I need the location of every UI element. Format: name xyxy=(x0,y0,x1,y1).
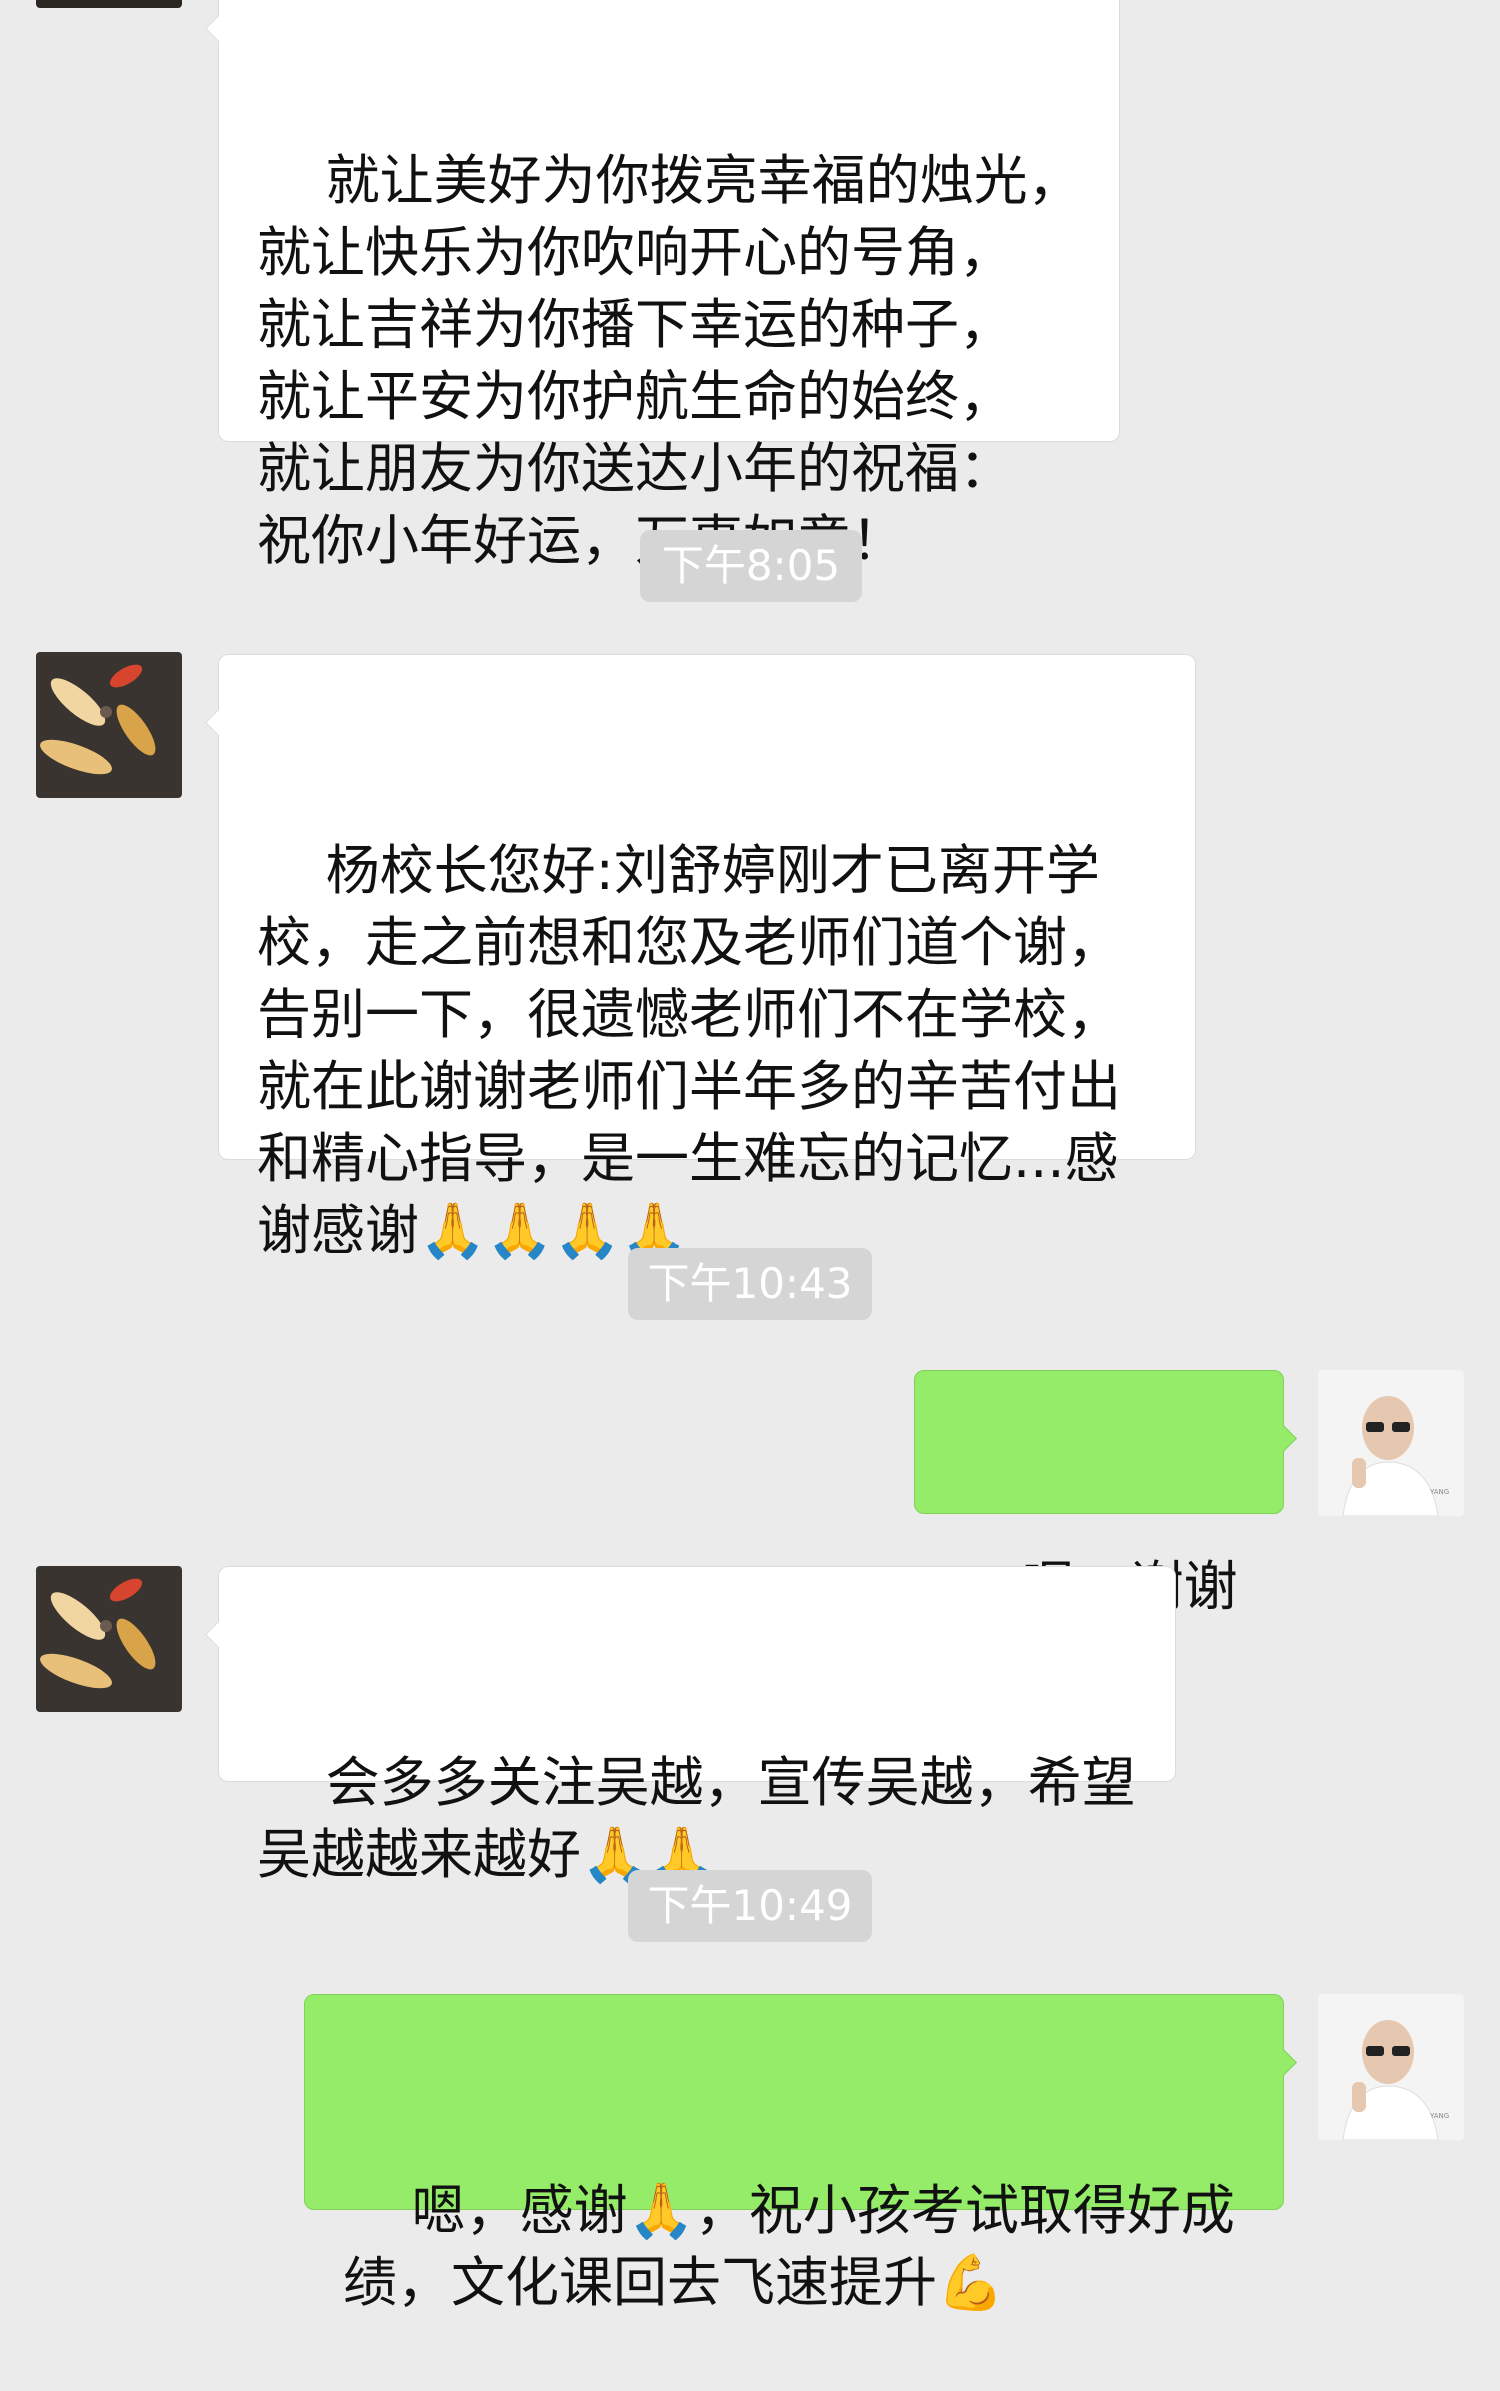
message-bubble-outgoing[interactable]: 嗯，谢谢您 xyxy=(914,1370,1297,1690)
timestamp-text: 下午10:43 xyxy=(647,1259,853,1308)
bubble-tail xyxy=(1270,2049,1297,2076)
contact-avatar[interactable] xyxy=(36,0,182,8)
timestamp-text: 下午8:05 xyxy=(661,541,841,590)
chat-view: 就让美好为你拨亮幸福的烛光， 就让快乐为你吹响开心的号角， 就让吉祥为你播下幸运… xyxy=(0,0,1500,2314)
timestamp: 下午10:43 xyxy=(628,1248,872,1320)
koi-fish-avatar-image xyxy=(36,652,182,798)
koi-fish-avatar-image xyxy=(36,0,182,8)
message-text: 杨校长您好:刘舒婷刚才已离开学校，走之前想和您及老师们道个谢，告别一下，很遗憾老… xyxy=(257,839,1121,1262)
my-avatar[interactable]: YANG xyxy=(1318,1994,1464,2140)
timestamp: 下午8:05 xyxy=(640,530,862,602)
man-portrait-avatar-image: YANG xyxy=(1318,1370,1464,1516)
svg-text:YANG: YANG xyxy=(1429,2112,1449,2120)
man-portrait-avatar-image: YANG xyxy=(1318,1994,1464,2140)
my-avatar[interactable]: YANG xyxy=(1318,1370,1464,1516)
message-bubble-outgoing[interactable]: 嗯，感谢🙏，祝小孩考试取得好成绩，文化课回去飞速提升💪 xyxy=(304,1994,1297,2314)
timestamp-text: 下午10:49 xyxy=(647,1881,853,1930)
message-text: 就让美好为你拨亮幸福的烛光， 就让快乐为你吹响开心的号角， 就让吉祥为你播下幸运… xyxy=(257,149,1082,572)
contact-avatar[interactable] xyxy=(36,652,182,798)
svg-text:YANG: YANG xyxy=(1429,1488,1449,1496)
bubble-tail xyxy=(205,1621,232,1648)
bubble-tail xyxy=(1270,1425,1297,1452)
message-bubble-incoming[interactable]: 会多多关注吴越，宣传吴越，希望吴越越来越好🙏🙏 xyxy=(205,1566,1176,1886)
message-bubble-incoming[interactable]: 杨校长您好:刘舒婷刚才已离开学校，走之前想和您及老师们道个谢，告别一下，很遗憾老… xyxy=(205,654,1196,1262)
message-text: 会多多关注吴越，宣传吴越，希望吴越越来越好🙏🙏 xyxy=(257,1751,1136,1886)
koi-fish-avatar-image xyxy=(36,1566,182,1712)
bubble-tail xyxy=(205,15,232,42)
bubble-tail xyxy=(205,709,232,736)
contact-avatar[interactable] xyxy=(36,1566,182,1712)
message-text: 嗯，感谢🙏，祝小孩考试取得好成绩，文化课回去飞速提升💪 xyxy=(343,2179,1235,2314)
message-bubble-incoming[interactable]: 就让美好为你拨亮幸福的烛光， 就让快乐为你吹响开心的号角， 就让吉祥为你播下幸运… xyxy=(205,0,1120,572)
timestamp: 下午10:49 xyxy=(628,1870,872,1942)
